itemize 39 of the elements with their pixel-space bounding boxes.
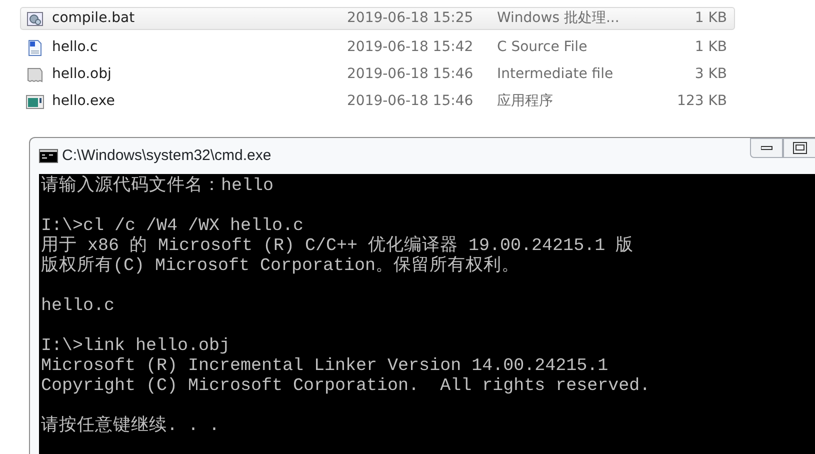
gear-document-icon xyxy=(26,10,44,26)
file-date: 2019-06-18 15:42 xyxy=(347,38,474,57)
console-icon xyxy=(39,149,58,163)
file-size: 1 KB xyxy=(694,38,727,57)
file-type: Windows 批处理... xyxy=(497,9,620,28)
file-type: C Source File xyxy=(497,38,588,57)
file-name: compile.bat xyxy=(52,9,136,28)
minimize-icon xyxy=(760,146,772,150)
console-line: I:\>link hello.obj xyxy=(41,336,232,356)
file-row[interactable]: compile.bat 2019-06-18 15:25 Windows 批处理... 1 KB xyxy=(20,7,735,30)
file-date: 2019-06-18 15:46 xyxy=(347,92,474,111)
file-date: 2019-06-18 15:25 xyxy=(347,9,474,28)
console-line: Copyright (C) Microsoft Corporation. All rights reserved. xyxy=(41,376,652,396)
file-type: Intermediate file xyxy=(497,65,614,84)
file-row[interactable]: hello.exe 2019-06-18 15:46 应用程序 123 KB xyxy=(20,88,735,115)
file-name: hello.obj xyxy=(52,65,112,84)
file-name: hello.exe xyxy=(52,92,116,111)
console-line: Microsoft (R) Incremental Linker Version 14.00.24215.1 xyxy=(41,356,610,376)
maximize-button[interactable] xyxy=(783,138,815,158)
file-row[interactable]: hello.obj 2019-06-18 15:46 Intermediate file 3 KB xyxy=(20,61,735,88)
console-line: 版权所有(C) Microsoft Corporation。保留所有权利。 xyxy=(41,256,521,276)
application-icon xyxy=(26,94,44,110)
file-name: hello.c xyxy=(52,38,99,57)
file-size: 123 KB xyxy=(676,92,727,111)
console-line: 请输入源代码文件名：hello xyxy=(41,176,275,196)
console-line: 用于 x86 的 Microsoft (R) C/C++ 优化编译器 19.00.24215.1 版 xyxy=(41,236,635,256)
blank-file-icon xyxy=(26,66,44,82)
maximize-icon xyxy=(792,142,806,154)
file-type: 应用程序 xyxy=(497,92,554,111)
console-line: 请按任意键继续. . . xyxy=(41,416,221,436)
console-line: hello.c xyxy=(41,296,116,316)
file-date: 2019-06-18 15:46 xyxy=(347,65,474,84)
file-size: 1 KB xyxy=(694,9,727,28)
c-file-icon xyxy=(26,40,44,56)
console-line: I:\>cl /c /W4 /WX hello.c xyxy=(41,216,305,236)
minimize-button[interactable] xyxy=(750,138,783,158)
file-row[interactable]: hello.c 2019-06-18 15:42 C Source File 1 KB xyxy=(20,34,735,61)
file-size: 3 KB xyxy=(694,65,727,84)
window-title: C:\Windows\system32\cmd.exe xyxy=(62,146,272,166)
